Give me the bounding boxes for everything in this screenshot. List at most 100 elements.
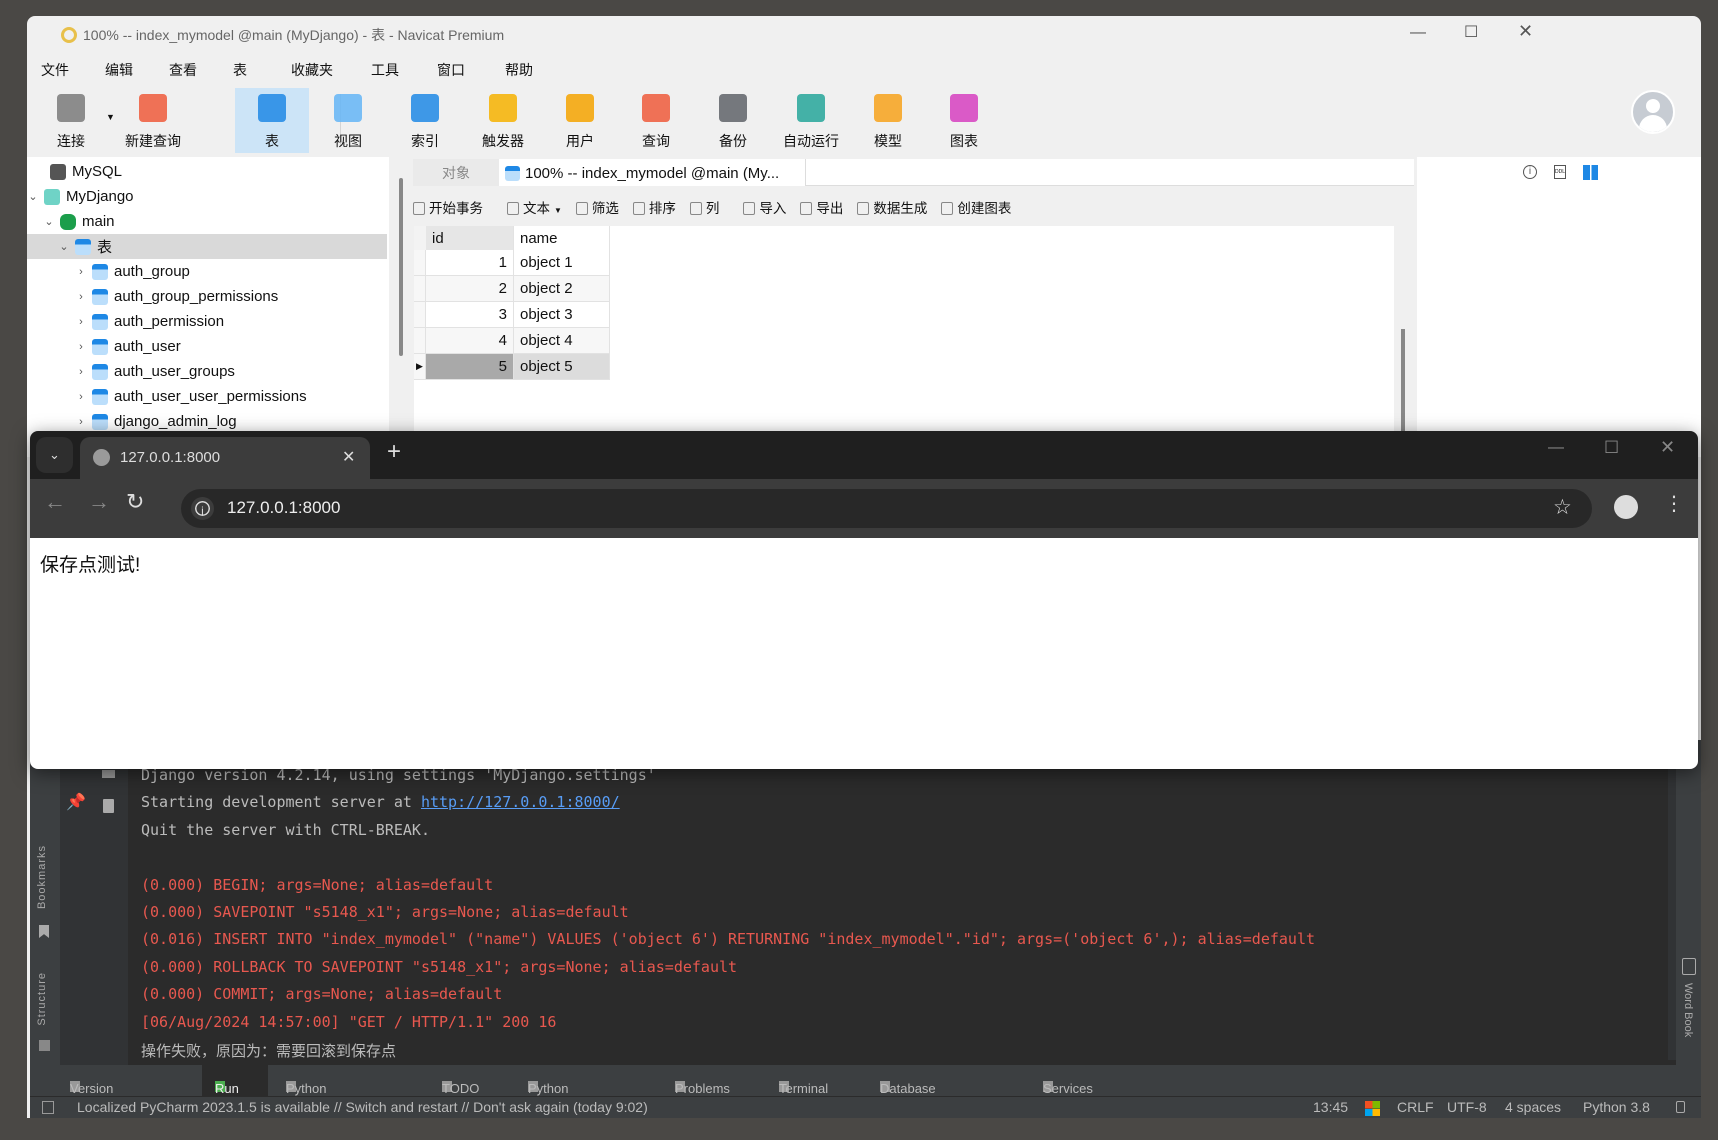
address-bar[interactable]: i 127.0.0.1:8000 ☆ <box>181 489 1592 528</box>
chevron-right-icon[interactable]: › <box>75 316 87 328</box>
reload-icon[interactable]: ↻ <box>126 489 144 515</box>
console-scrollbar[interactable] <box>1668 740 1676 1060</box>
row-indicator[interactable] <box>414 302 426 328</box>
cell-name[interactable]: object 2 <box>514 276 610 302</box>
server-url-link[interactable]: http://127.0.0.1:8000/ <box>421 793 620 811</box>
toolbar-table-button[interactable]: 表 <box>235 88 309 153</box>
toolbar-model-button[interactable]: 模型 <box>851 88 925 153</box>
update-notification[interactable]: Localized PyCharm 2023.1.5 is available … <box>77 1099 648 1115</box>
chevron-right-icon[interactable]: › <box>75 291 87 303</box>
row-indicator[interactable]: ▶ <box>414 354 426 380</box>
column-header-id[interactable]: id <box>426 226 514 252</box>
cell-id[interactable]: 2 <box>426 276 514 302</box>
toolbar-chart-button[interactable]: 图表 <box>927 88 1001 153</box>
data-generation-button[interactable]: 数据生成 <box>857 197 927 217</box>
status-panel-icon[interactable] <box>42 1101 54 1114</box>
sort-button[interactable]: 排序 <box>632 197 676 217</box>
close-tab-icon[interactable]: ✕ <box>342 447 355 467</box>
toolbar-backup-button[interactable]: 备份 <box>696 88 770 153</box>
line-separator[interactable]: CRLF <box>1397 1099 1434 1115</box>
browser-maximize-button[interactable]: ☐ <box>1604 438 1619 458</box>
menu-item[interactable]: 窗口 <box>429 60 479 80</box>
tab-search-dropdown-icon[interactable]: ⌄ <box>36 437 73 473</box>
site-info-icon[interactable]: i <box>191 497 214 520</box>
row-indicator[interactable] <box>414 276 426 302</box>
cell-name[interactable]: object 5 <box>514 354 610 380</box>
toolbar-query-button[interactable]: 查询 <box>619 88 693 153</box>
avatar[interactable] <box>1631 90 1675 134</box>
chevron-right-icon[interactable]: › <box>75 341 87 353</box>
chevron-right-icon[interactable]: › <box>75 416 87 428</box>
begin-transaction-button[interactable]: 开始事务 <box>413 197 483 217</box>
columns-button[interactable]: 列 <box>689 197 719 217</box>
file-encoding[interactable]: UTF-8 <box>1447 1099 1487 1115</box>
trash-icon[interactable] <box>103 799 114 813</box>
import-button[interactable]: 导入 <box>743 197 786 217</box>
ddl-icon[interactable]: DDL <box>1554 165 1566 179</box>
chevron-down-icon[interactable]: ⌄ <box>58 240 70 253</box>
tab-table-data[interactable]: 100% -- index_mymodel @main (My... <box>499 159 805 186</box>
chevron-right-icon[interactable]: › <box>75 266 87 278</box>
toolbar-connection-plug-button[interactable]: 连接 <box>34 88 108 153</box>
tree-item[interactable]: › auth_user_groups <box>27 359 389 384</box>
menu-item[interactable]: 表 <box>225 60 261 80</box>
menu-item[interactable]: 工具 <box>363 60 413 80</box>
menu-item[interactable]: 帮助 <box>497 60 547 80</box>
chevron-down-icon[interactable]: ⌄ <box>27 190 39 203</box>
profile-icon[interactable] <box>1614 495 1638 519</box>
row-indicator[interactable] <box>414 328 426 354</box>
maximize-button[interactable]: ☐ <box>1464 22 1478 42</box>
forward-icon[interactable]: → <box>88 489 110 515</box>
menu-item[interactable]: 文件 <box>33 60 83 80</box>
caret-position[interactable]: 13:45 <box>1313 1099 1348 1115</box>
menu-item[interactable]: 收藏夹 <box>283 60 347 80</box>
browser-close-button[interactable]: ✕ <box>1660 437 1675 458</box>
column-header-name[interactable]: name <box>514 226 610 252</box>
bookmarks-tool-tab[interactable]: Bookmarks <box>36 845 48 909</box>
toolbar-index-az-button[interactable]: 索引 <box>388 88 462 153</box>
menu-item[interactable]: 编辑 <box>97 60 147 80</box>
tree-item[interactable]: › auth_user_user_permissions <box>27 384 389 409</box>
url-text[interactable]: 127.0.0.1:8000 <box>227 498 340 518</box>
cell-id[interactable]: 4 <box>426 328 514 354</box>
menu-item[interactable]: 查看 <box>161 60 211 80</box>
browser-minimize-button[interactable]: — <box>1548 439 1564 457</box>
tree-item[interactable]: ⌄ main <box>27 209 389 234</box>
row-indicator[interactable] <box>414 250 426 276</box>
toolbar-automation-robot-button[interactable]: 自动运行 <box>774 88 848 153</box>
tree-item[interactable]: MySQL <box>27 159 389 184</box>
tab-objects[interactable]: 对象 <box>413 159 499 186</box>
print-icon[interactable] <box>102 770 115 778</box>
cell-name[interactable]: object 4 <box>514 328 610 354</box>
filter-button[interactable]: 筛选 <box>575 197 619 217</box>
cell-id[interactable]: 3 <box>426 302 514 328</box>
toolbar-trigger-bolt-button[interactable]: 触发器 <box>466 88 540 153</box>
tree-scrollbar[interactable] <box>399 178 403 356</box>
back-icon[interactable]: ← <box>44 489 66 515</box>
tree-item[interactable]: › auth_group <box>27 259 389 284</box>
cell-id[interactable]: 1 <box>426 250 514 276</box>
cell-id[interactable]: 5 <box>426 354 514 380</box>
tree-item[interactable]: › auth_permission <box>27 309 389 334</box>
tree-item[interactable]: › auth_group_permissions <box>27 284 389 309</box>
chevron-down-icon[interactable]: ⌄ <box>43 215 55 228</box>
tree-item[interactable]: ⌄ 表 <box>27 234 387 259</box>
indent-setting[interactable]: 4 spaces <box>1505 1099 1561 1115</box>
bookmark-star-icon[interactable]: ☆ <box>1553 495 1572 520</box>
grid-scrollbar[interactable] <box>1401 329 1405 431</box>
minimize-button[interactable]: — <box>1410 24 1426 42</box>
cell-name[interactable]: object 3 <box>514 302 610 328</box>
browser-tab[interactable]: 127.0.0.1:8000 ✕ <box>80 437 370 479</box>
close-button[interactable]: ✕ <box>1518 21 1533 42</box>
tree-item[interactable]: › auth_user <box>27 334 389 359</box>
new-tab-icon[interactable]: + <box>387 438 401 466</box>
word-book-tool-tab[interactable]: Word Book <box>1682 983 1694 1037</box>
toolbar-view-button[interactable]: 视图 <box>311 88 385 153</box>
info-icon[interactable]: i <box>1523 165 1537 179</box>
toolbar-user-button[interactable]: 用户 <box>543 88 617 153</box>
grid-view-icon[interactable] <box>1583 165 1598 180</box>
chevron-right-icon[interactable]: › <box>75 391 87 403</box>
lock-icon[interactable] <box>1676 1101 1685 1113</box>
text-dropdown-icon[interactable]: ▼ <box>554 206 562 215</box>
text-button[interactable]: 文本 ▼ <box>507 197 562 217</box>
